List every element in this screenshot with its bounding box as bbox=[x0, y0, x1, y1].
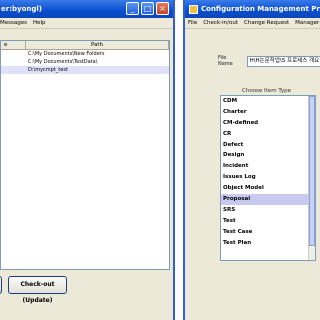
right-window-title: Configuration Management Process Te bbox=[201, 5, 320, 13]
table-row-selected[interactable]: D:\mycmpt_test bbox=[1, 66, 169, 74]
menu-check-in-out[interactable]: Check-in/out bbox=[203, 20, 238, 26]
file-name-label: File Name bbox=[218, 55, 233, 67]
close-icon[interactable]: × bbox=[156, 2, 169, 15]
file-name-row: File Name H\H논문작업\S 프로세스 개요 bbox=[218, 55, 320, 67]
menu-manager[interactable]: Manager bbox=[295, 20, 319, 26]
list-item[interactable]: Object Model bbox=[221, 183, 315, 194]
list-item[interactable]: CM-defined bbox=[221, 118, 315, 129]
list-item[interactable]: SRS bbox=[221, 205, 315, 216]
window-gap bbox=[175, 0, 183, 320]
left-button-bar: Check-out (Update) bbox=[0, 276, 173, 304]
checkout-update-button[interactable]: Check-out (Update) bbox=[8, 276, 67, 304]
table-row[interactable]: C:\My Documents\TestData\ bbox=[1, 58, 169, 66]
cm-process-window: Configuration Management Process Te File… bbox=[183, 0, 320, 320]
menu-messages[interactable]: Messages bbox=[0, 20, 27, 26]
table-cell-path: C:\My Documents\TestData\ bbox=[28, 59, 98, 65]
right-title-bar: Configuration Management Process Te bbox=[185, 0, 320, 18]
list-scrollbar[interactable] bbox=[308, 96, 315, 260]
choose-item-type-label: Choose Item Type bbox=[242, 88, 291, 94]
list-item[interactable]: Issues Log bbox=[221, 172, 315, 183]
list-item[interactable]: Incident bbox=[221, 161, 315, 172]
list-item[interactable]: Defect bbox=[221, 140, 315, 151]
table-cell bbox=[1, 58, 26, 66]
list-item-selected[interactable]: Proposal bbox=[221, 194, 315, 205]
left-menu-bar: Messages Help bbox=[0, 18, 173, 29]
list-item[interactable]: Design bbox=[221, 150, 315, 161]
file-name-field[interactable]: H\H논문작업\S 프로세스 개요 bbox=[246, 55, 320, 67]
scrollbar-thumb[interactable] bbox=[309, 96, 315, 246]
column-header-path[interactable]: Path bbox=[26, 41, 169, 49]
table-cell-path: D:\mycmpt_test bbox=[28, 67, 68, 73]
left-window-controls: _ □ × bbox=[126, 2, 169, 15]
list-item[interactable]: Test Plan bbox=[221, 238, 315, 249]
app-icon bbox=[189, 4, 198, 14]
menu-change-request[interactable]: Change Request bbox=[244, 20, 289, 26]
list-item[interactable]: CDM bbox=[221, 96, 315, 107]
list-item[interactable]: Charter bbox=[221, 107, 315, 118]
right-menu-bar: File Check-in/out Change Request Manager… bbox=[185, 18, 320, 29]
menu-file[interactable]: File bbox=[188, 20, 197, 26]
column-header-name[interactable]: e bbox=[1, 41, 26, 49]
list-item[interactable]: CR bbox=[221, 129, 315, 140]
table-cell bbox=[1, 50, 26, 58]
item-type-list: CDM Charter CM-defined CR Defect Design … bbox=[220, 95, 316, 261]
list-item[interactable]: Test Case bbox=[221, 227, 315, 238]
list-item[interactable]: Test bbox=[221, 216, 315, 227]
left-window-title: er:byongl) bbox=[1, 5, 42, 13]
partial-button[interactable] bbox=[0, 276, 2, 294]
minimize-icon[interactable]: _ bbox=[126, 2, 139, 15]
table-row[interactable]: C:\My Documents\New Folders bbox=[1, 50, 169, 58]
version-manager-window: er:byongl) _ □ × Messages Help e Path C:… bbox=[0, 0, 175, 320]
menu-help[interactable]: Help bbox=[33, 20, 46, 26]
folder-table: e Path C:\My Documents\New Folders C:\My… bbox=[0, 40, 170, 270]
table-header: e Path bbox=[1, 41, 169, 50]
maximize-icon[interactable]: □ bbox=[141, 2, 154, 15]
table-cell-path: C:\My Documents\New Folders bbox=[28, 51, 105, 57]
table-cell bbox=[1, 66, 26, 74]
